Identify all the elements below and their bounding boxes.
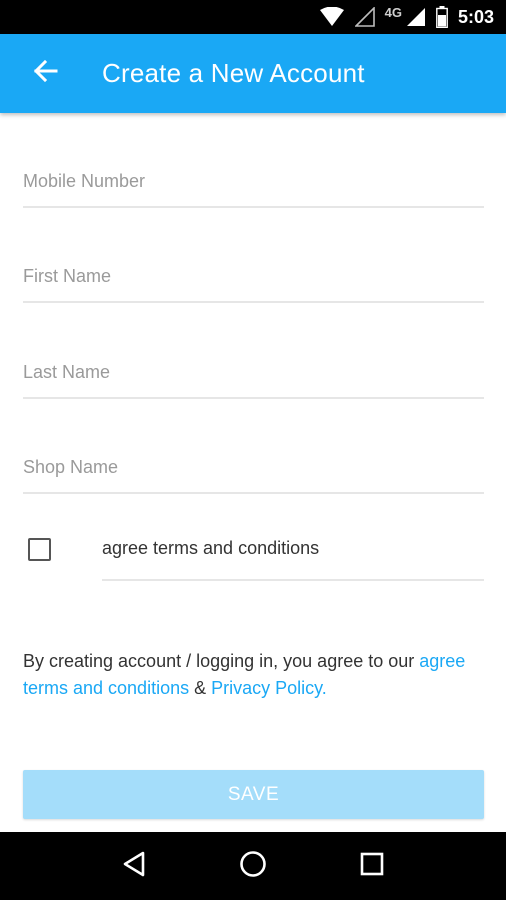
wifi-icon (319, 7, 345, 27)
last-name-field (23, 339, 484, 399)
navigation-bar (0, 832, 506, 900)
last-name-input[interactable] (23, 362, 484, 383)
page-title: Create a New Account (102, 58, 365, 88)
recents-square-icon (360, 852, 384, 881)
battery-icon (436, 6, 448, 28)
terms-notice-text: By creating account / logging in, you ag… (23, 651, 420, 671)
nav-home-button[interactable] (233, 846, 273, 886)
first-name-input[interactable] (23, 266, 484, 287)
privacy-policy-link[interactable]: Privacy Policy. (211, 678, 327, 698)
mobile-number-input[interactable] (23, 171, 484, 192)
arrow-left-icon (32, 59, 58, 88)
signal-empty-icon (354, 7, 375, 27)
terms-notice: By creating account / logging in, you ag… (23, 648, 493, 702)
network-type-label: 4G (384, 4, 402, 20)
agree-terms-checkbox[interactable] (28, 538, 51, 561)
agree-terms-label: agree terms and conditions (102, 538, 320, 558)
app-bar: Create a New Account (0, 34, 506, 113)
status-bar: 4G 5:03 (0, 0, 506, 34)
signal-icon (406, 7, 426, 27)
home-circle-icon (239, 850, 267, 883)
shop-name-field (23, 434, 484, 494)
terms-separator: & (189, 678, 212, 698)
mobile-number-field (23, 148, 484, 208)
back-button[interactable] (0, 34, 92, 113)
shop-name-input[interactable] (23, 457, 484, 478)
clock-time: 5:03 (457, 6, 494, 27)
first-name-field (23, 243, 484, 303)
save-button[interactable]: SAVE (23, 770, 484, 819)
nav-recents-button[interactable] (352, 846, 392, 886)
agree-terms-row[interactable]: agree terms and conditions (102, 528, 484, 581)
nav-back-button[interactable] (114, 846, 154, 886)
back-triangle-icon (122, 851, 146, 882)
